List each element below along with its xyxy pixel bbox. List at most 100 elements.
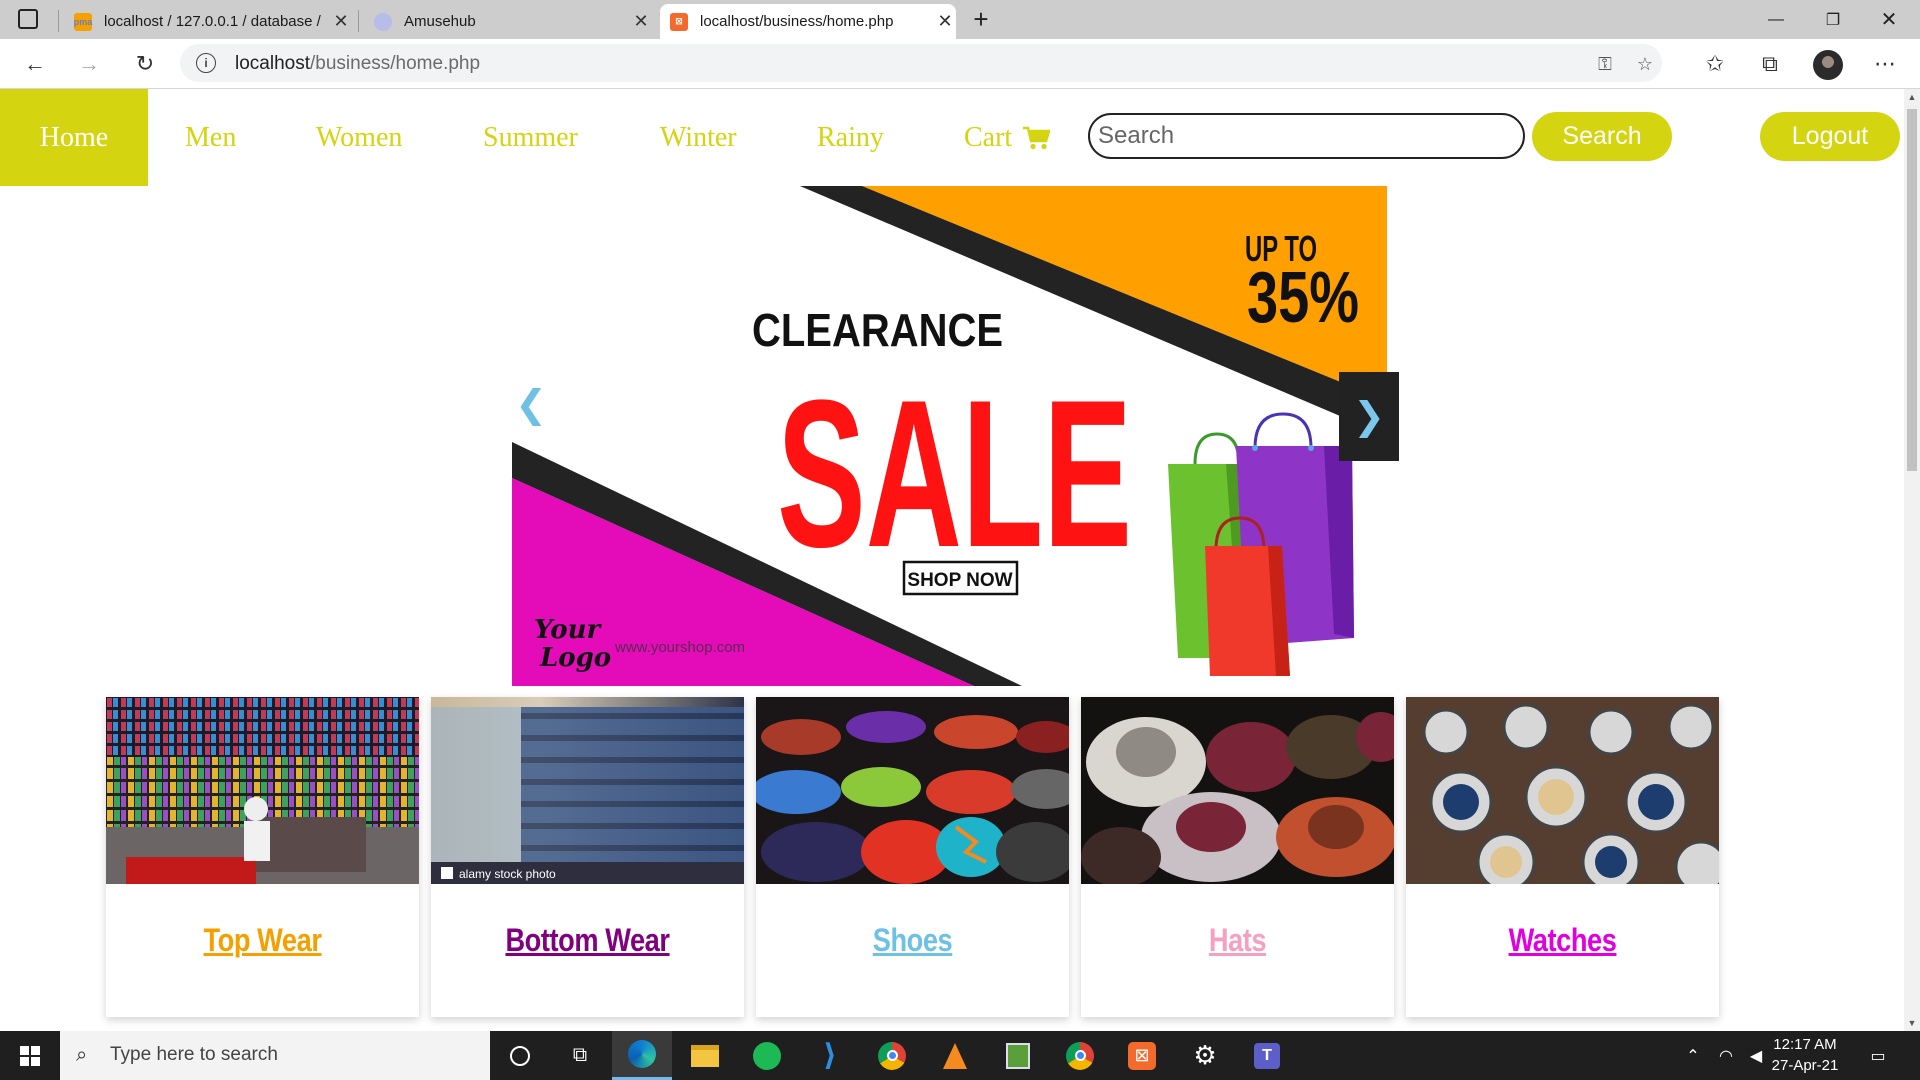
address-bar: ← → ↻ i localhost/business/home.php ⚿ ☆ … (0, 39, 1920, 89)
volume-muted-icon[interactable]: ◀ (1745, 1045, 1767, 1067)
collections-icon[interactable]: ⧉ (1753, 47, 1787, 81)
task-manager-icon[interactable] (988, 1031, 1048, 1080)
logout-button[interactable]: Logout (1760, 112, 1900, 161)
alamy-watermark: alamy stock photo (459, 867, 556, 881)
xampp-icon: ⊠ (670, 12, 688, 31)
chrome-profile-icon[interactable] (1050, 1031, 1110, 1080)
sale-headline-text: SALE (777, 356, 1132, 591)
settings-gear-icon[interactable]: ⚙ (1175, 1031, 1235, 1080)
edge-app-icon[interactable] (612, 1031, 672, 1080)
nav-men[interactable]: Men (185, 89, 236, 186)
category-card-watches[interactable]: Watches (1406, 697, 1719, 1017)
chrome-icon[interactable] (862, 1031, 922, 1080)
close-icon[interactable]: ✕ (934, 11, 956, 32)
task-view-icon[interactable]: ⧉ (550, 1031, 610, 1080)
shoes-photo (756, 697, 1069, 884)
cortana-icon[interactable] (490, 1031, 550, 1080)
wifi-icon[interactable]: ◠ (1715, 1045, 1737, 1067)
windows-start-icon[interactable] (0, 1031, 60, 1080)
vscode-icon[interactable]: ⟩ (800, 1031, 860, 1080)
tab-title: localhost / 127.0.0.1 / database / (104, 13, 321, 30)
search-button[interactable]: Search (1532, 112, 1672, 161)
search-input[interactable] (1088, 113, 1525, 159)
notifications-icon[interactable]: ▭ (1867, 1045, 1889, 1067)
favorites-icon[interactable]: ✩ (1698, 47, 1732, 81)
url-text: localhost/business/home.php (235, 53, 481, 74)
phpmyadmin-icon: pma (74, 12, 92, 31)
top-wear-photo (106, 697, 419, 884)
tab-title: localhost/business/home.php (700, 13, 894, 30)
site-navbar: Home Men Women Summer Winter Rainy Cart … (0, 89, 1904, 186)
category-link-top-wear[interactable]: Top Wear (129, 922, 395, 959)
search-icon: ⌕ (76, 1044, 88, 1066)
bottom-wear-photo: alamy stock photo (431, 697, 744, 884)
taskbar-search-placeholder: Type here to search (110, 1044, 278, 1065)
carousel-next-arrow[interactable]: ❯ (1339, 372, 1399, 461)
reload-icon[interactable]: ↻ (128, 47, 162, 81)
info-icon[interactable]: i (196, 53, 216, 73)
chevron-up-icon[interactable]: ⌃ (1682, 1045, 1704, 1067)
tab-amusehub[interactable]: Amusehub ✕ (370, 4, 652, 39)
scroll-down-icon[interactable]: ▼ (1904, 1015, 1920, 1031)
minimize-icon[interactable]: — (1753, 0, 1799, 39)
tab-home-php[interactable]: ⊠ localhost/business/home.php ✕ (660, 4, 956, 39)
teams-icon[interactable]: T (1237, 1031, 1297, 1080)
close-icon[interactable]: ✕ (630, 11, 652, 32)
sale-banner-graphic: CLEARANCE SALE UP TO 35% SHOP NOW Your L… (512, 186, 1387, 686)
category-link-hats[interactable]: Hats (1104, 922, 1370, 959)
sale-banner-carousel: CLEARANCE SALE UP TO 35% SHOP NOW Your L… (512, 186, 1387, 686)
shop-now-text: SHOP NOW (907, 570, 1012, 591)
your-logo-text-2: Logo (539, 643, 611, 673)
tab-separator (358, 10, 359, 32)
hats-photo (1081, 697, 1394, 884)
category-card-shoes[interactable]: Shoes (756, 697, 1069, 1017)
carousel-prev-arrow[interactable]: ❮ (512, 360, 550, 448)
category-link-bottom-wear[interactable]: Bottom Wear (454, 922, 720, 959)
scroll-up-icon[interactable]: ▲ (1904, 89, 1920, 105)
key-icon[interactable]: ⚿ (1593, 52, 1617, 76)
back-arrow-icon[interactable]: ← (18, 47, 52, 81)
forward-arrow-icon[interactable]: → (72, 47, 106, 81)
shopping-bags-illustration (1168, 412, 1354, 676)
page-scrollbar[interactable]: ▲ ▼ (1904, 89, 1920, 1031)
nav-cart-label: Cart (964, 121, 1013, 153)
url-field[interactable]: i localhost/business/home.php ⚿ ☆ (180, 44, 1662, 82)
offer-value-text: 35% (1247, 258, 1359, 338)
nav-home[interactable]: Home (0, 89, 148, 186)
tab-actions-icon[interactable] (18, 9, 38, 29)
tab-separator (58, 10, 59, 32)
taskbar-search-box[interactable]: ⌕ Type here to search (60, 1031, 490, 1080)
close-icon[interactable]: ✕ (330, 11, 352, 32)
clock-date: 27-Apr-21 (1771, 1057, 1839, 1074)
nav-summer[interactable]: Summer (483, 89, 578, 186)
new-tab-icon[interactable]: + (966, 4, 996, 34)
tab-title: Amusehub (404, 13, 476, 30)
taskbar-clock[interactable]: 12:17 AM 27-Apr-21 (1765, 1034, 1845, 1076)
clock-time: 12:17 AM (1773, 1036, 1837, 1053)
category-card-bottom-wear[interactable]: alamy stock photo Bottom Wear (431, 697, 744, 1017)
category-link-shoes[interactable]: Shoes (779, 922, 1045, 959)
nav-cart[interactable]: Cart (964, 89, 1051, 186)
page-viewport: Home Men Women Summer Winter Rainy Cart … (0, 89, 1904, 1031)
scroll-thumb[interactable] (1907, 109, 1917, 471)
your-logo-text-1: Your (534, 615, 603, 645)
add-favorite-icon[interactable]: ☆ (1633, 52, 1657, 76)
tab-phpmyadmin[interactable]: pma localhost / 127.0.0.1 / database / ✕ (70, 4, 352, 39)
nav-winter[interactable]: Winter (660, 89, 737, 186)
xampp-taskbar-icon[interactable]: ⊠ (1112, 1031, 1172, 1080)
amusehub-icon (374, 12, 392, 31)
nav-rainy[interactable]: Rainy (817, 89, 884, 186)
browser-tab-strip: pma localhost / 127.0.0.1 / database / ✕… (0, 0, 1920, 39)
vlc-icon[interactable] (925, 1031, 985, 1080)
category-card-hats[interactable]: Hats (1081, 697, 1394, 1017)
more-menu-icon[interactable]: ⋯ (1868, 47, 1902, 81)
category-link-watches[interactable]: Watches (1429, 922, 1695, 959)
watches-photo (1406, 697, 1719, 884)
file-explorer-icon[interactable] (675, 1031, 735, 1080)
spotify-icon[interactable] (737, 1031, 797, 1080)
close-window-icon[interactable]: ✕ (1866, 0, 1912, 39)
profile-avatar[interactable] (1813, 50, 1843, 80)
nav-women[interactable]: Women (316, 89, 402, 186)
restore-icon[interactable]: ❐ (1810, 0, 1856, 39)
category-card-top-wear[interactable]: Top Wear (106, 697, 419, 1017)
